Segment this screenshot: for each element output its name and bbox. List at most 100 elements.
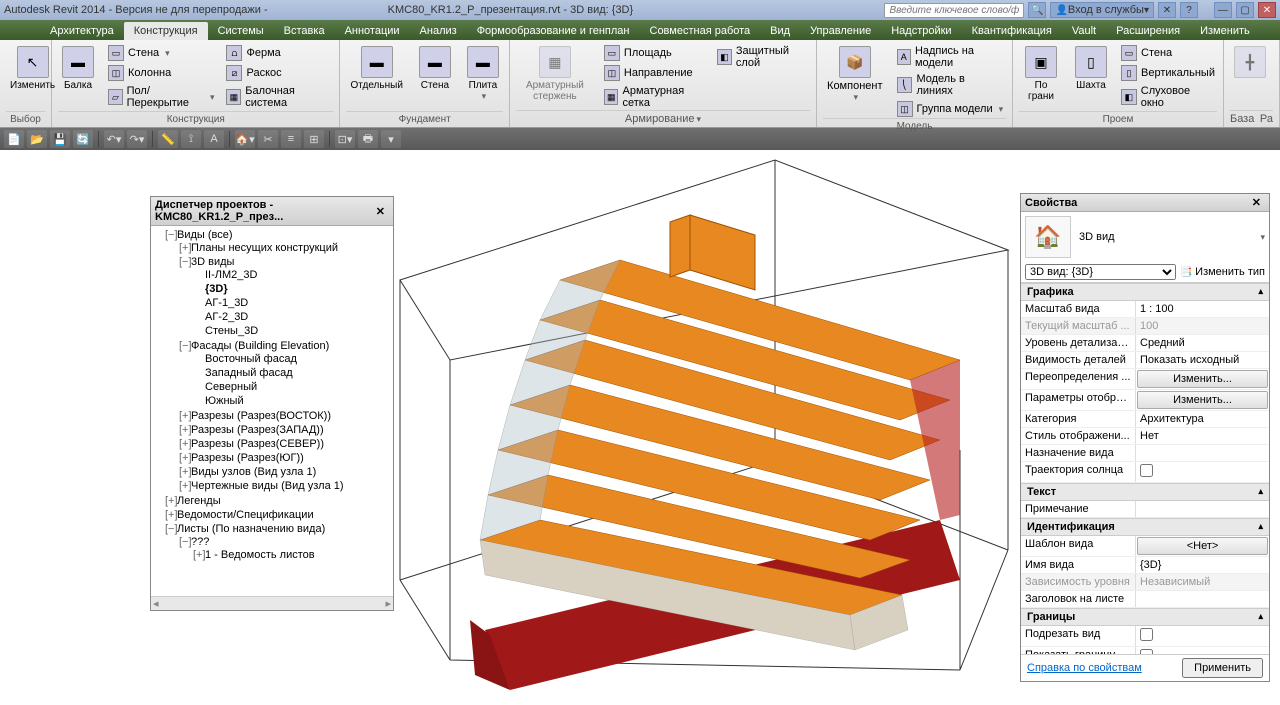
ribbon-tab-14[interactable]: Изменить — [1190, 22, 1260, 40]
tree-node[interactable]: [−]3D видыII-ЛМ2_3D{3D}АГ-1_3DАГ-2_3DСте… — [179, 255, 393, 339]
qat-save-icon[interactable]: 💾 — [50, 130, 70, 148]
expand-icon[interactable]: [+] — [179, 424, 189, 436]
qat-3d-icon[interactable]: 🏠▾ — [235, 130, 255, 148]
expand-icon[interactable]: [−] — [179, 256, 189, 268]
maximize-button[interactable]: ▢ — [1236, 2, 1254, 18]
ribbon-item[interactable]: ▭Стена▾ — [106, 44, 216, 62]
tree-node[interactable]: [+]Разрезы (Разрез(ЗАПАД)) — [179, 423, 393, 437]
qat-close-views-icon[interactable]: ⊞ — [304, 130, 324, 148]
tree-node[interactable]: Восточный фасад — [193, 352, 393, 366]
chevron-down-icon[interactable]: ▾ — [1260, 232, 1265, 243]
ribbon-tab-9[interactable]: Управление — [800, 22, 881, 40]
foundation-item[interactable]: ▬Стена — [415, 44, 455, 93]
ribbon-tab-3[interactable]: Вставка — [274, 22, 335, 40]
ribbon-tab-1[interactable]: Конструкция — [124, 22, 208, 40]
tree-node[interactable]: [+]Разрезы (Разрез(ВОСТОК)) — [179, 409, 393, 423]
help-icon[interactable]: ? — [1180, 2, 1198, 18]
property-group[interactable]: Текст▴ — [1021, 483, 1269, 501]
collapse-icon[interactable]: ▴ — [1258, 611, 1263, 623]
property-value[interactable] — [1136, 501, 1269, 517]
ribbon-item[interactable]: ◧Слуховое окно — [1119, 84, 1217, 110]
qat-print-icon[interactable]: 🖶 — [358, 130, 378, 148]
property-group[interactable]: Графика▴ — [1021, 283, 1269, 301]
tree-node[interactable]: [−]Фасады (Building Elevation)Восточный … — [179, 339, 393, 409]
foundation-item[interactable]: ▬Плита▾ — [463, 44, 503, 104]
close-button[interactable]: ✕ — [1258, 2, 1276, 18]
property-value[interactable]: Средний — [1136, 335, 1269, 351]
property-checkbox[interactable] — [1140, 628, 1153, 641]
ribbon-tab-12[interactable]: Vault — [1062, 22, 1106, 40]
ribbon-tab-0[interactable]: Архитектура — [40, 22, 124, 40]
ribbon-tab-2[interactable]: Системы — [208, 22, 274, 40]
minimize-button[interactable]: — — [1214, 2, 1232, 18]
ribbon-tab-13[interactable]: Расширения — [1106, 22, 1190, 40]
tree-node[interactable]: [+]Легенды — [165, 494, 393, 508]
tree-node[interactable]: АГ-2_3D — [193, 310, 393, 324]
expand-icon[interactable]: [−] — [179, 340, 189, 352]
tree-node[interactable]: [−]???[+]1 - Ведомость листов — [179, 535, 393, 563]
ribbon-tab-6[interactable]: Формообразование и генплан — [467, 22, 640, 40]
ribbon-item[interactable]: ▯Вертикальный — [1119, 64, 1217, 82]
ribbon-tab-4[interactable]: Аннотации — [335, 22, 410, 40]
property-value[interactable]: {3D} — [1136, 557, 1269, 573]
qat-text-icon[interactable]: A — [204, 130, 224, 148]
property-value[interactable] — [1136, 445, 1269, 461]
expand-icon[interactable]: [−] — [179, 536, 189, 548]
tree-node[interactable]: {3D} — [193, 282, 393, 296]
qat-open-icon[interactable]: 📂 — [27, 130, 47, 148]
qat-new-icon[interactable]: 📄 — [4, 130, 24, 148]
qat-align-icon[interactable]: ⟟ — [181, 130, 201, 148]
property-value[interactable] — [1136, 591, 1269, 607]
qat-section-icon[interactable]: ✂ — [258, 130, 278, 148]
tree-node[interactable]: Стены_3D — [193, 324, 393, 338]
shaft-button[interactable]: ▯ Шахта — [1071, 44, 1111, 93]
collapse-icon[interactable]: ▴ — [1258, 521, 1263, 533]
tree-node[interactable]: [+]Виды узлов (Вид узла 1) — [179, 465, 393, 479]
expand-icon[interactable]: [+] — [193, 549, 203, 561]
tree-node[interactable]: [+]Ведомости/Спецификации — [165, 508, 393, 522]
instance-selector[interactable]: 3D вид: {3D} — [1025, 264, 1176, 280]
property-button[interactable]: Изменить... — [1137, 370, 1268, 388]
qat-thin-lines-icon[interactable]: ≡ — [281, 130, 301, 148]
ribbon-tab-5[interactable]: Анализ — [410, 22, 467, 40]
component-button[interactable]: 📦 Компонент▾ — [823, 44, 886, 105]
search-icon[interactable]: 🔍 — [1028, 2, 1046, 18]
property-value[interactable] — [1136, 626, 1269, 646]
tree-node[interactable]: [+]Планы несущих конструкций — [179, 241, 393, 255]
tree-node[interactable]: [+]Разрезы (Разрез(ЮГ)) — [179, 451, 393, 465]
ribbon-item[interactable]: ◫Группа модели▾ — [895, 100, 1007, 118]
expand-icon[interactable]: [−] — [165, 523, 175, 535]
foundation-item[interactable]: ▬Отдельный — [346, 44, 406, 93]
ribbon-item[interactable]: ▱Пол/Перекрытие▾ — [106, 84, 216, 110]
property-group[interactable]: Границы▴ — [1021, 608, 1269, 626]
expand-icon[interactable]: [+] — [165, 495, 175, 507]
tree-node[interactable]: Южный — [193, 394, 393, 408]
expand-icon[interactable]: [+] — [179, 466, 189, 478]
property-button[interactable]: <Нет> — [1137, 537, 1268, 555]
ribbon-tab-7[interactable]: Совместная работа — [640, 22, 761, 40]
property-value[interactable]: Нет — [1136, 428, 1269, 444]
exchange-icon[interactable]: ✕ — [1158, 2, 1176, 18]
ribbon-item[interactable]: ⎝Модель в линиях — [895, 72, 1007, 98]
ribbon-item[interactable]: ▭Площадь — [602, 44, 707, 62]
tree-node[interactable]: АГ-1_3D — [193, 296, 393, 310]
ribbon-item[interactable]: ◫Направление — [602, 64, 707, 82]
tree-node[interactable]: [−]Листы (По назначению вида)[−]???[+]1 … — [165, 522, 393, 564]
property-value[interactable]: Показать исходный — [1136, 352, 1269, 368]
properties-help-link[interactable]: Справка по свойствам — [1027, 662, 1142, 674]
expand-icon[interactable]: [+] — [179, 242, 189, 254]
apply-button[interactable]: Применить — [1182, 658, 1263, 678]
property-value[interactable]: 100 — [1136, 318, 1269, 334]
qat-redo-icon[interactable]: ↷▾ — [127, 130, 147, 148]
expand-icon[interactable]: [−] — [165, 229, 175, 241]
ribbon-item[interactable]: ▭Стена — [1119, 44, 1217, 62]
close-icon[interactable]: ✕ — [1248, 196, 1265, 209]
sign-in-button[interactable]: 👤 Вход в службы ▾ — [1050, 2, 1154, 18]
tree-node[interactable]: II-ЛМ2_3D — [193, 268, 393, 282]
by-face-button[interactable]: ▣ По грани — [1019, 44, 1063, 104]
ribbon-item[interactable]: AНадпись на модели — [895, 44, 1007, 70]
expand-icon[interactable]: [+] — [165, 509, 175, 521]
ribbon-tab-10[interactable]: Надстройки — [881, 22, 961, 40]
ribbon-item[interactable]: ▦Арматурная сетка — [602, 84, 707, 110]
panel-label[interactable]: Армирование▾ — [516, 110, 810, 127]
